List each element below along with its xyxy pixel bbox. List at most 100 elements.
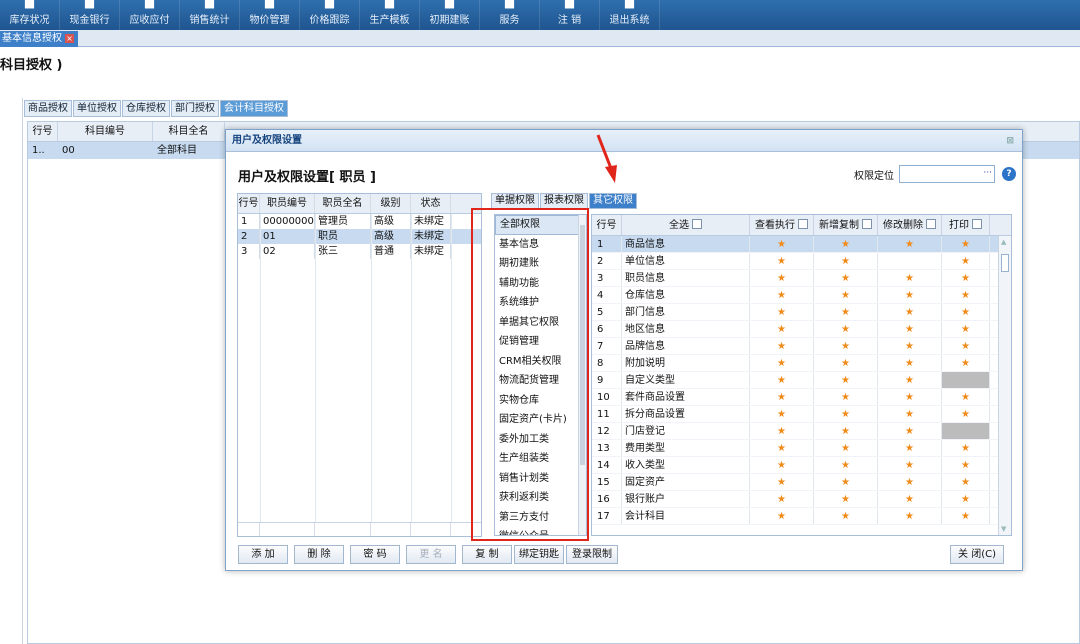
tab-auth-0[interactable]: 商品授权 [24,100,72,117]
table-row[interactable]: 4 仓库信息 ★ ★ ★ ★ [592,287,1011,304]
table-row[interactable]: 7 品牌信息 ★ ★ ★ ★ [592,338,1011,355]
star-icon[interactable]: ★ [878,338,942,354]
star-icon[interactable]: ★ [878,491,942,507]
nav-item-10[interactable]: ■ 退出系统 [600,0,660,30]
star-icon[interactable]: ★ [942,321,990,337]
table-row[interactable]: 1 00000000 管理员 高级 未绑定 [238,214,481,229]
tab-auth-2[interactable]: 仓库授权 [122,100,170,117]
star-icon[interactable]: ★ [878,304,942,320]
star-icon[interactable]: ★ [814,304,878,320]
star-icon[interactable]: ★ [942,389,990,405]
star-icon[interactable]: ★ [750,406,814,422]
nav-item-3[interactable]: ■ 销售统计 [180,0,240,30]
star-icon[interactable]: ★ [878,321,942,337]
table-row[interactable]: 1 商品信息 ★ ★ ★ ★ [592,236,1011,253]
star-icon[interactable]: ★ [814,321,878,337]
star-icon[interactable]: ★ [750,236,814,252]
table-row[interactable]: 13 费用类型 ★ ★ ★ ★ [592,440,1011,457]
help-icon[interactable]: ? [1002,167,1016,181]
star-icon[interactable]: ★ [814,355,878,371]
tab-auth-4[interactable]: 会计科目授权 [220,100,288,117]
star-icon[interactable]: ★ [878,406,942,422]
table-row[interactable]: 15 固定资产 ★ ★ ★ ★ [592,474,1011,491]
star-icon[interactable]: ★ [750,423,814,439]
delete-button[interactable]: 删 除 [294,545,344,564]
add-button[interactable]: 添 加 [238,545,288,564]
star-icon[interactable]: ★ [942,491,990,507]
star-icon[interactable]: ★ [878,355,942,371]
ellipsis-button[interactable]: ··· [983,168,992,178]
star-icon[interactable]: ★ [878,372,942,388]
star-icon[interactable]: ★ [814,236,878,252]
star-icon[interactable]: ★ [814,253,878,269]
rename-button[interactable]: 更 名 [406,545,456,564]
star-icon[interactable]: ★ [750,508,814,524]
star-icon[interactable]: ★ [878,457,942,473]
print-checkbox[interactable] [972,219,982,229]
nav-item-2[interactable]: ■ 应收应付 [120,0,180,30]
table-row[interactable]: 14 收入类型 ★ ★ ★ ★ [592,457,1011,474]
star-icon[interactable]: ★ [750,338,814,354]
star-icon[interactable]: ★ [878,423,942,439]
table-row[interactable]: 16 银行账户 ★ ★ ★ ★ [592,491,1011,508]
bind-key-button[interactable]: 绑定钥匙 [514,545,564,564]
star-icon[interactable]: ★ [942,236,990,252]
table-row[interactable]: 3 02 张三 普通 未绑定 [238,244,481,259]
scrollbar[interactable]: ▲ ▼ [998,236,1011,535]
permission-locate-input[interactable]: ··· [899,165,995,183]
page-tab-basic-auth[interactable]: 基本信息授权 × [0,31,78,47]
star-icon[interactable]: ★ [878,287,942,303]
star-icon[interactable]: ★ [750,304,814,320]
table-row[interactable]: 2 单位信息 ★ ★ ★ [592,253,1011,270]
star-icon[interactable]: ★ [878,440,942,456]
star-icon[interactable]: ★ [814,287,878,303]
star-icon[interactable]: ★ [942,474,990,490]
star-icon[interactable]: ★ [750,287,814,303]
nav-item-5[interactable]: ■ 价格跟踪 [300,0,360,30]
table-row[interactable]: 6 地区信息 ★ ★ ★ ★ [592,321,1011,338]
star-icon[interactable]: ★ [942,270,990,286]
table-row[interactable]: 3 职员信息 ★ ★ ★ ★ [592,270,1011,287]
star-icon[interactable]: ★ [878,389,942,405]
copy-button[interactable]: 复 制 [462,545,512,564]
star-icon[interactable]: ★ [942,355,990,371]
star-icon[interactable]: ★ [814,423,878,439]
star-icon[interactable]: ★ [814,338,878,354]
star-icon[interactable]: ★ [750,372,814,388]
star-icon[interactable]: ★ [814,406,878,422]
star-icon[interactable]: ★ [942,440,990,456]
tab-auth-3[interactable]: 部门授权 [171,100,219,117]
star-icon[interactable]: ★ [750,321,814,337]
star-icon[interactable]: ★ [750,270,814,286]
star-icon[interactable]: ★ [878,236,942,252]
star-icon[interactable]: ★ [750,457,814,473]
nav-item-4[interactable]: ■ 物价管理 [240,0,300,30]
scroll-down-icon[interactable]: ▼ [1001,525,1006,533]
close-tab-icon[interactable]: × [65,34,74,43]
nav-item-8[interactable]: ■ 服务 [480,0,540,30]
star-icon[interactable]: ★ [750,253,814,269]
table-row[interactable]: 9 自定义类型 ★ ★ ★ [592,372,1011,389]
close-dialog-button[interactable]: 关 闭(C) [950,545,1004,564]
star-icon[interactable]: ★ [750,389,814,405]
star-icon[interactable]: ★ [814,474,878,490]
star-icon[interactable]: ★ [814,440,878,456]
star-icon[interactable]: ★ [814,372,878,388]
tab-permission-0[interactable]: 单据权限 [491,193,539,209]
table-row[interactable]: 17 会计科目 ★ ★ ★ ★ [592,508,1011,525]
star-icon[interactable]: ★ [814,491,878,507]
nav-item-9[interactable]: ■ 注 销 [540,0,600,30]
scrollbar-thumb[interactable] [1001,254,1009,272]
star-icon[interactable]: ★ [750,491,814,507]
table-row[interactable]: 2 01 职员 高级 未绑定 [238,229,481,244]
star-icon[interactable]: ★ [814,457,878,473]
edit-checkbox[interactable] [926,219,936,229]
star-icon[interactable]: ★ [814,508,878,524]
star-icon[interactable]: ★ [942,304,990,320]
star-icon[interactable]: ★ [814,270,878,286]
star-icon[interactable]: ★ [814,389,878,405]
table-row[interactable]: 5 部门信息 ★ ★ ★ ★ [592,304,1011,321]
table-row[interactable]: 12 门店登记 ★ ★ ★ [592,423,1011,440]
star-icon[interactable]: ★ [750,355,814,371]
scroll-up-icon[interactable]: ▲ [1001,238,1006,246]
